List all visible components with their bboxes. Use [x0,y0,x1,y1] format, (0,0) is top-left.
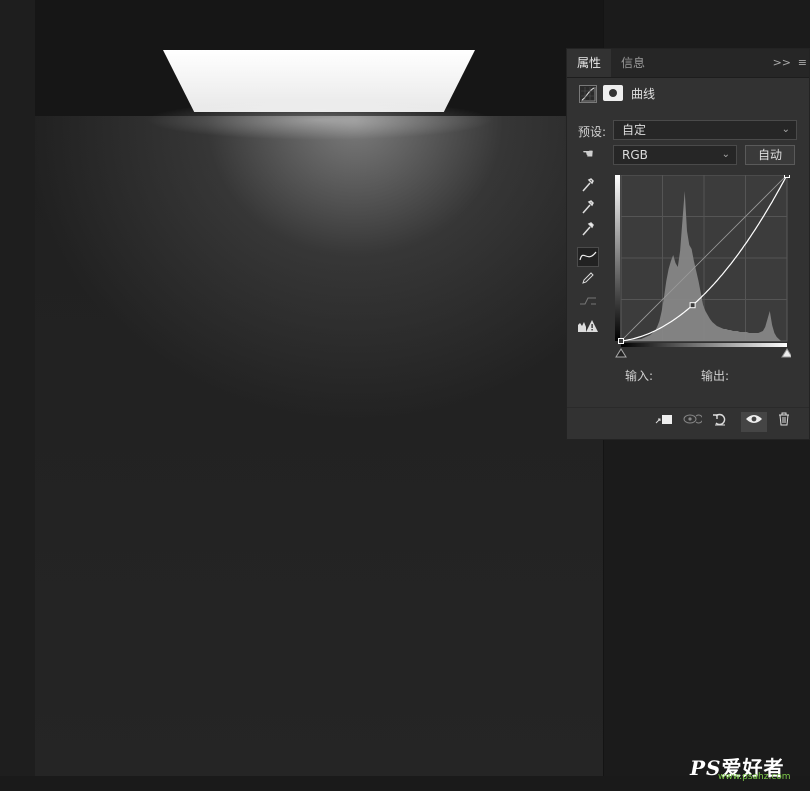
channel-value: RGB [622,148,648,162]
input-gradient-bar [621,343,787,347]
curve-point-icon[interactable] [577,247,599,267]
channel-select[interactable]: RGB ⌄ [613,145,737,165]
mask-icon[interactable] [603,85,623,101]
visibility-icon[interactable] [741,412,767,432]
reset-icon[interactable] [709,412,731,432]
panel-menu-icon[interactable]: ≡ [798,49,807,77]
watermark-url: www.psahz.com [718,772,791,782]
curves-adjustment-icon[interactable] [579,85,597,103]
clipping-warning-icon[interactable] [577,319,599,339]
document-canvas[interactable] [35,0,604,776]
output-label: 输出: [701,369,730,383]
preset-value: 自定 [622,123,647,137]
curves-graph[interactable] [615,175,791,365]
panel-tabbar: 属性 信息 >> ≡ [567,49,809,78]
preset-select[interactable]: 自定 ⌄ [613,120,797,140]
pencil-icon[interactable] [577,271,599,291]
panel-footer [567,407,809,436]
trash-icon[interactable] [773,412,795,432]
auto-button[interactable]: 自动 [745,145,795,165]
curve-control-point[interactable] [689,302,696,309]
curve-control-point[interactable] [784,175,790,178]
view-previous-icon[interactable] [681,412,704,432]
clip-to-layer-icon[interactable] [653,412,675,432]
output-gradient-bar [615,175,620,341]
chevron-down-icon: ⌄ [781,124,790,135]
preset-label: 预设: [578,125,607,139]
white-point-slider[interactable] [781,348,791,358]
curve-control-point[interactable] [618,338,624,344]
properties-panel: 属性 信息 >> ≡ 曲线 预设: 自定 ⌄ ☚ RGB ⌄ 自动 输入: 输出… [566,48,810,440]
lamp-glow [145,100,495,140]
adjustment-title: 曲线 [631,87,656,101]
chevron-down-icon: ⌄ [721,149,730,160]
eyedropper-gray-icon[interactable] [577,199,599,219]
canvas-bottom-strip [0,776,810,791]
eyedropper-black-icon[interactable] [577,177,599,197]
eyedropper-white-icon[interactable] [577,221,599,241]
collapse-icon[interactable]: >> [773,49,791,77]
canvas-border-left [0,0,35,791]
adjustment-header: 曲线 [567,79,809,111]
tab-info[interactable]: 信息 [611,49,655,77]
watermark-brand: PS [690,756,722,780]
input-label: 输入: [625,369,654,383]
black-point-slider[interactable] [615,348,627,358]
smooth-icon[interactable] [577,293,599,313]
target-adjust-hand-icon[interactable]: ☚ [577,145,599,165]
tab-properties[interactable]: 属性 [567,49,612,77]
